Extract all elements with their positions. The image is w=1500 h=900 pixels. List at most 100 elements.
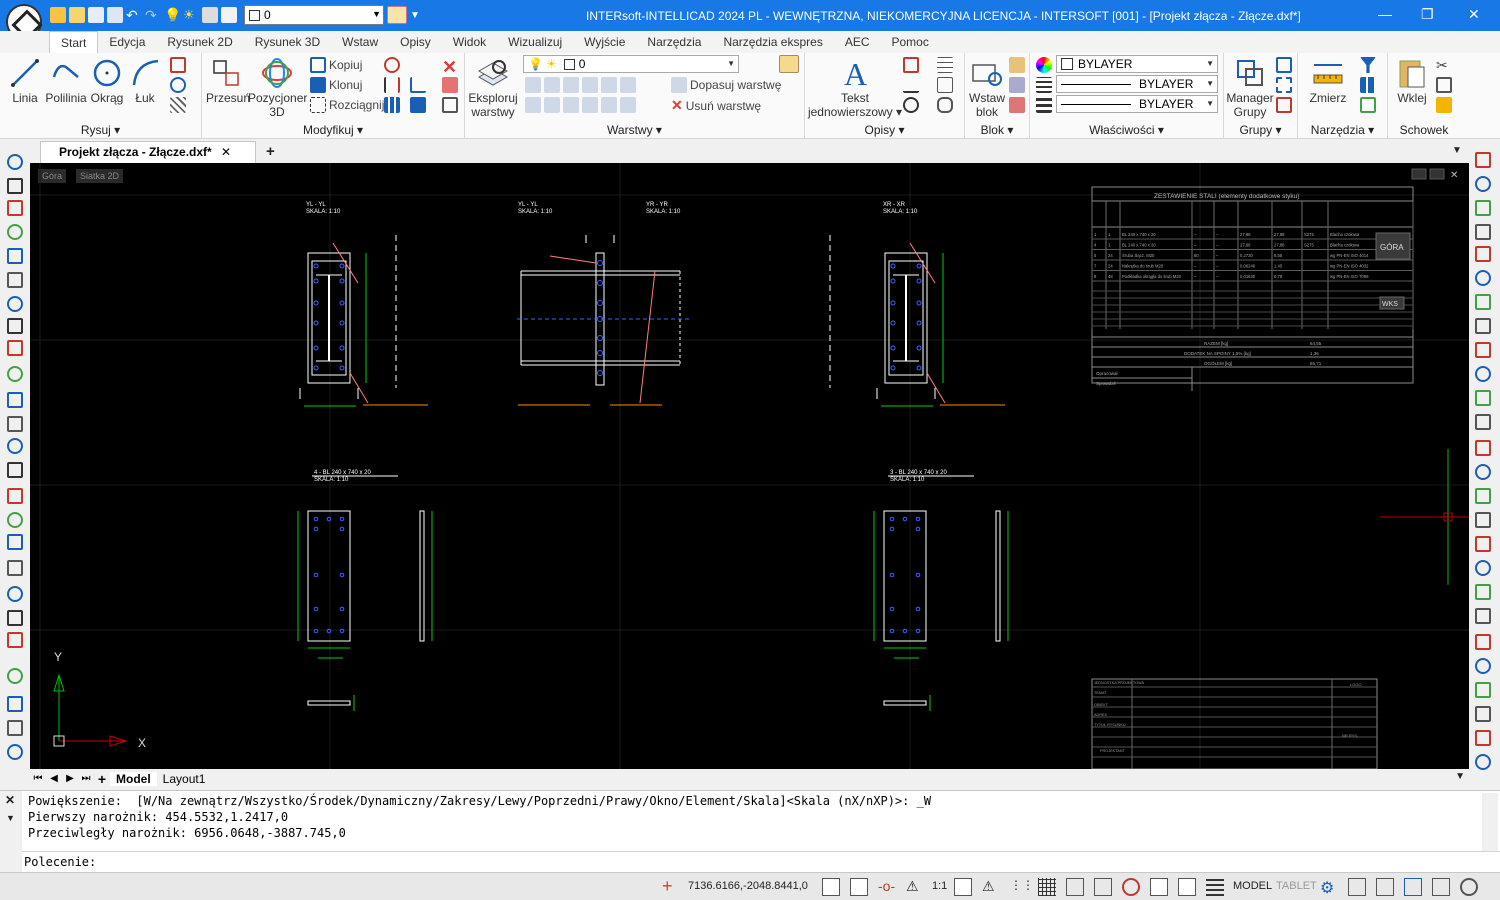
quick-layer-select[interactable]: 0 ▼ xyxy=(244,5,384,25)
osnap-icon[interactable] xyxy=(1122,878,1140,896)
right-tool-icon[interactable] xyxy=(1475,224,1491,240)
right-tool-icon[interactable] xyxy=(1475,682,1491,698)
positioner-3d-button[interactable]: Pozycjoner 3D xyxy=(248,57,307,119)
explode-icon[interactable] xyxy=(442,77,458,93)
layer-select[interactable]: 💡 ☀ 0 ▼ xyxy=(523,55,739,73)
save-as-icon[interactable] xyxy=(107,7,123,23)
left-tool-icon[interactable] xyxy=(7,668,23,684)
left-tool-icon[interactable] xyxy=(7,534,23,550)
layer-tools-row2[interactable] xyxy=(525,97,636,113)
right-tool-icon[interactable] xyxy=(1475,342,1491,358)
right-tool-icon[interactable] xyxy=(1475,270,1491,286)
add-tab-icon[interactable]: + xyxy=(266,143,275,160)
array-icon[interactable] xyxy=(384,97,400,113)
layout-tab-layout1[interactable]: Layout1 xyxy=(157,772,212,786)
cut-icon[interactable]: ✂ xyxy=(1436,57,1448,74)
linetype-icon[interactable] xyxy=(1036,77,1052,93)
color-wheel-icon[interactable] xyxy=(1036,57,1052,73)
scale-readout[interactable]: 1:1 xyxy=(932,880,947,892)
otrack-icon[interactable] xyxy=(1150,878,1168,896)
layer-thaw-icon[interactable]: ☀ xyxy=(183,7,199,23)
close-button[interactable]: ✕ xyxy=(1468,6,1480,23)
left-tool-icon[interactable] xyxy=(7,248,23,264)
left-tool-icon[interactable] xyxy=(7,610,23,626)
right-tool-icon[interactable] xyxy=(1475,730,1491,746)
polyline-button[interactable]: Polilinia xyxy=(44,57,88,105)
properties-icon[interactable] xyxy=(1348,878,1366,896)
command-input[interactable]: Polecenie: xyxy=(22,851,1500,873)
leader-icon[interactable] xyxy=(903,77,919,93)
radius-dim-icon[interactable] xyxy=(903,97,919,113)
left-tool-icon[interactable] xyxy=(7,224,23,240)
circle-button[interactable]: Okrąg xyxy=(90,57,124,105)
drawing-area[interactable]: Góra Siatka 2D YL - YL SKALA: 1:10 XR - XR… xyxy=(30,163,1469,769)
paste-button[interactable]: Wklej xyxy=(1392,57,1432,105)
match-properties-icon[interactable] xyxy=(1436,97,1452,113)
mtext-icon[interactable] xyxy=(937,77,953,93)
workspace-icon[interactable] xyxy=(1376,878,1394,896)
offset-icon[interactable] xyxy=(410,77,426,93)
left-tool-icon[interactable] xyxy=(7,178,23,194)
quick-select-icon[interactable] xyxy=(1360,77,1376,93)
left-tool-icon[interactable] xyxy=(7,720,23,736)
right-tool-icon[interactable] xyxy=(1475,658,1491,674)
linetype-select[interactable]: BYLAYER ▼ xyxy=(1056,75,1218,93)
first-layout-icon[interactable]: ⏮ xyxy=(30,771,46,787)
tab-wizualizuj[interactable]: Wizualizuj xyxy=(497,31,573,53)
clone-button[interactable]: Klonuj xyxy=(310,77,362,93)
arc-button[interactable]: Łuk xyxy=(130,57,160,105)
document-tab[interactable]: Projekt złącza - Złącze.dxf* ✕ xyxy=(40,141,256,163)
match-layer-button[interactable]: Dopasuj warstwę xyxy=(671,77,781,93)
minimize-button[interactable]: — xyxy=(1378,6,1392,22)
annotation-icon[interactable]: ⚠ xyxy=(906,878,924,896)
revcloud-icon[interactable] xyxy=(170,77,186,93)
add-layout-icon[interactable]: + xyxy=(94,771,110,787)
lineweight-status-icon[interactable] xyxy=(1066,878,1084,896)
close-command-icon[interactable]: ✕ xyxy=(5,793,15,807)
left-tool-icon[interactable] xyxy=(7,488,23,504)
right-tool-icon[interactable] xyxy=(1475,754,1491,770)
save-icon[interactable] xyxy=(88,7,104,23)
last-layout-icon[interactable]: ⏭ xyxy=(78,771,94,787)
panel-narzedzia-label[interactable]: Narzędzia ▾ xyxy=(1298,123,1387,137)
mirror-icon[interactable] xyxy=(384,77,400,93)
redo-icon[interactable]: ↷ xyxy=(145,7,161,23)
dimension-icon[interactable] xyxy=(903,57,919,73)
left-tool-icon[interactable] xyxy=(7,744,23,760)
lineweight-select[interactable]: BYLAYER ▼ xyxy=(1056,95,1218,113)
tabs-menu-icon[interactable]: ▼ xyxy=(1452,145,1462,156)
tab-aec[interactable]: AEC xyxy=(834,31,881,53)
right-tool-icon[interactable] xyxy=(1475,512,1491,528)
revision-cloud-icon[interactable] xyxy=(937,97,953,113)
move-button[interactable]: Przesuń xyxy=(206,57,250,105)
create-block-icon[interactable] xyxy=(1009,57,1025,73)
right-tool-icon[interactable] xyxy=(1475,464,1491,480)
right-tool-icon[interactable] xyxy=(1475,366,1491,382)
tab-edycja[interactable]: Edycja xyxy=(98,31,156,53)
filter-icon[interactable] xyxy=(1360,57,1376,73)
restore-button[interactable]: ❐ xyxy=(1421,6,1434,23)
left-tool-icon[interactable] xyxy=(7,462,23,478)
tab-narzedzia-ekspres[interactable]: Narzędzia ekspres xyxy=(712,31,833,53)
single-line-text-button[interactable]: A Tekst jednowierszowy ▾ xyxy=(807,56,903,119)
right-tool-icon[interactable] xyxy=(1475,152,1491,168)
left-tool-icon[interactable] xyxy=(7,200,23,216)
delete-layer-button[interactable]: ✕ Usuń warstwę xyxy=(671,97,761,114)
grid-icon[interactable] xyxy=(1038,878,1056,896)
tablet-toggle[interactable]: TABLET xyxy=(1276,880,1317,892)
layer-on-icon[interactable]: 💡 xyxy=(164,7,181,23)
left-tool-icon[interactable] xyxy=(7,632,23,648)
erase-icon[interactable]: ✕ xyxy=(442,57,457,78)
right-tool-icon[interactable] xyxy=(1475,536,1491,552)
left-tool-icon[interactable] xyxy=(7,392,23,408)
lock-ui-icon[interactable] xyxy=(1460,878,1478,896)
undo-icon[interactable]: ↶ xyxy=(126,7,142,23)
trim-icon[interactable] xyxy=(442,97,458,113)
left-tool-icon[interactable] xyxy=(7,416,23,432)
panel-modyfikuj-label[interactable]: Modyfikuj ▾ xyxy=(202,123,464,137)
right-tool-icon[interactable] xyxy=(1475,246,1491,262)
dynamic-input-icon[interactable] xyxy=(1178,878,1196,896)
group-manager-button[interactable]: Manager Grupy xyxy=(1226,57,1274,119)
color-select[interactable]: BYLAYER ▼ xyxy=(1056,55,1218,73)
panel-wlasciwosci-label[interactable]: Właściwości ▾ xyxy=(1030,123,1223,137)
